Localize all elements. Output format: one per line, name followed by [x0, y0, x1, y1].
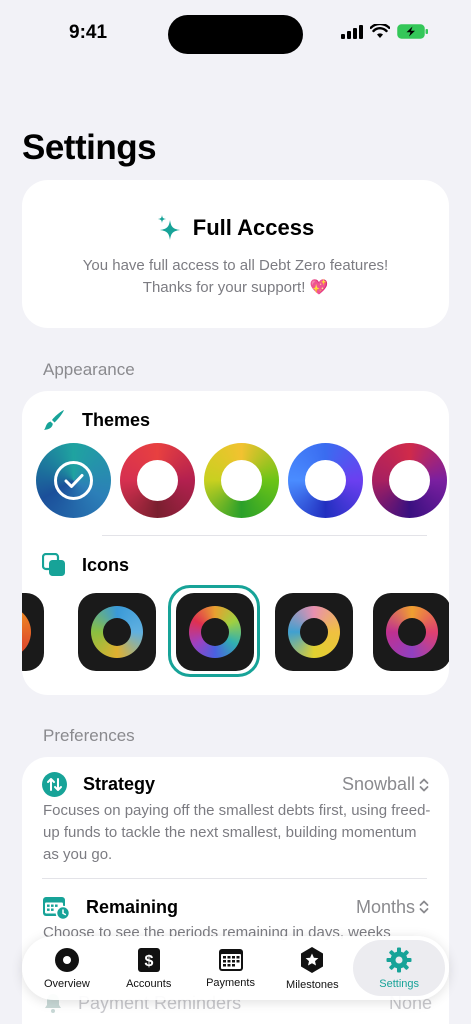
page-title: Settings [22, 128, 157, 167]
themes-header: Themes [42, 408, 150, 432]
checkmark-icon [64, 473, 83, 488]
app-icon-option-rainbow[interactable] [176, 593, 254, 671]
tab-payments[interactable]: Payments [190, 940, 272, 996]
theme-ring-center [389, 460, 430, 501]
paintbrush-icon [44, 410, 64, 430]
status-icons [341, 24, 429, 39]
app-icon-ring-center [398, 618, 426, 646]
calendar-icon [218, 948, 243, 971]
tab-overview[interactable]: Overview [26, 940, 108, 996]
dollar-icon: $ [137, 947, 160, 972]
tab-accounts-label: Accounts [126, 977, 172, 990]
preferences-section-label: Preferences [43, 726, 135, 745]
full-access-line-1: You have full access to all Debt Zero fe… [82, 257, 389, 274]
sparkles-icon [157, 215, 180, 240]
app-icon-ring-center [300, 618, 328, 646]
appearance-card: Themes Icons [22, 391, 449, 695]
strategy-description: Focuses on paying off the smallest debts… [43, 802, 431, 863]
tab-overview-label: Overview [43, 977, 90, 990]
icons-label: Icons [82, 554, 130, 575]
preferences-divider [42, 878, 427, 879]
theme-ring-center [137, 460, 178, 501]
theme-picker [36, 443, 447, 518]
app-icon-option-purple[interactable] [373, 593, 449, 671]
chevron-up-down-icon [419, 900, 429, 914]
themes-label: Themes [82, 409, 151, 430]
tab-accounts[interactable]: $ Accounts [108, 940, 190, 996]
star-hexagon-icon [301, 946, 324, 973]
status-bar: 9:41 [0, 0, 471, 70]
app-icon-option-pink-yellow[interactable] [275, 593, 353, 671]
tab-milestones-label: Milestones [286, 978, 339, 991]
calendar-clock-icon [43, 897, 70, 920]
square-stack-icon [42, 553, 65, 576]
strategy-label: Strategy [83, 774, 156, 794]
theme-option-blue-purple[interactable] [288, 443, 363, 518]
remaining-row[interactable]: Remaining Months [42, 894, 429, 920]
strategy-value: Snowball [341, 774, 415, 794]
theme-option-teal-blue[interactable] [36, 443, 111, 518]
app-icon-option-blue-green[interactable] [78, 593, 156, 671]
svg-text:$: $ [144, 953, 153, 970]
theme-ring-center [305, 460, 346, 501]
appearance-divider [102, 535, 427, 536]
theme-option-purple-red[interactable] [372, 443, 447, 518]
icons-header: Icons [42, 553, 129, 577]
tab-bar: Overview $ Accounts Payments Milestones [22, 936, 449, 1000]
appearance-section-label: Appearance [43, 360, 135, 379]
chevron-up-down-icon [419, 778, 429, 791]
tab-settings[interactable]: Settings [353, 940, 446, 996]
tab-payments-label: Payments [206, 976, 255, 989]
remaining-picker[interactable]: Months [356, 897, 429, 918]
full-access-title: Full Access [22, 214, 449, 242]
remaining-value: Months [355, 896, 415, 917]
app-icon-option-orange[interactable] [22, 593, 44, 671]
full-access-label: Full Access [192, 215, 315, 240]
theme-ring-center [221, 460, 262, 501]
app-icon-ring-center [103, 618, 131, 646]
theme-selected-check [54, 461, 93, 500]
dynamic-island [168, 15, 303, 54]
theme-option-red[interactable] [120, 443, 195, 518]
full-access-description: You have full access to all Debt Zero fe… [52, 255, 419, 299]
theme-option-green[interactable] [204, 443, 279, 518]
app-icon-ring-center [201, 618, 229, 646]
tab-settings-label: Settings [379, 977, 420, 990]
arrows-up-down-circle-icon [42, 772, 67, 797]
full-access-card: Full Access You have full access to all … [22, 180, 449, 328]
signal-icon [341, 24, 363, 39]
overview-icon [54, 947, 79, 972]
app-icon-picker [22, 585, 449, 677]
full-access-line-2: Thanks for your support! 💖 [142, 279, 329, 296]
remaining-label: Remaining [86, 896, 179, 917]
gear-icon [386, 947, 412, 972]
tab-milestones[interactable]: Milestones [271, 940, 353, 996]
status-time: 9:41 [69, 22, 108, 43]
strategy-picker[interactable]: Snowball [342, 774, 429, 795]
strategy-row[interactable]: Strategy Snowball [42, 772, 429, 797]
wifi-icon [370, 24, 390, 38]
battery-charging-icon [397, 24, 428, 39]
